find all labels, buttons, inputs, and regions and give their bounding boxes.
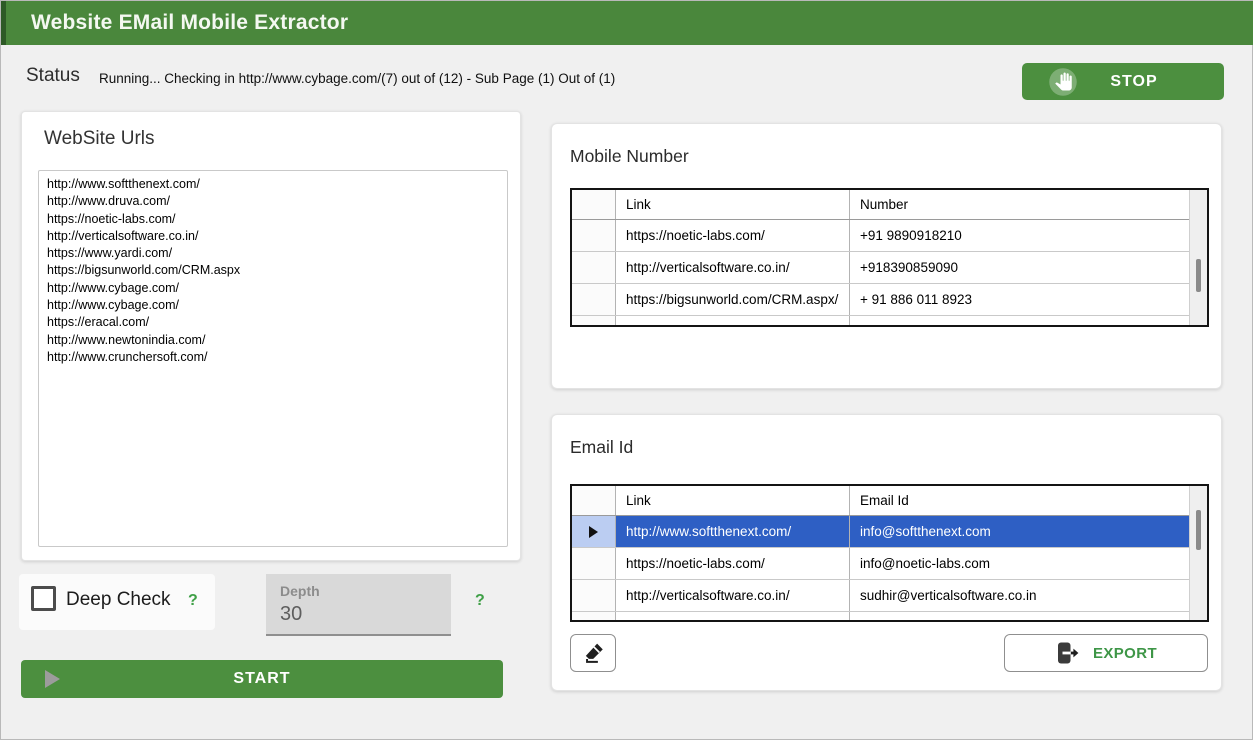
email-cell: info@noetic-labs.com xyxy=(850,548,1189,579)
depth-field[interactable]: Depth 30 xyxy=(266,574,451,636)
link-cell: https://noetic-labs.com/ xyxy=(616,220,850,251)
table-row[interactable]: http://verticalsoftware.co.in/ +91839085… xyxy=(572,252,1189,284)
app-title: Website EMail Mobile Extractor xyxy=(31,1,348,45)
website-urls-input[interactable]: http://www.softthenext.com/ http://www.d… xyxy=(38,170,508,547)
table-row[interactable]: https://noetic-labs.com/ +91 9890918210 xyxy=(572,220,1189,252)
status-message: Running... Checking in http://www.cybage… xyxy=(99,71,615,86)
row-header-cell xyxy=(572,486,616,515)
email-id-title: Email Id xyxy=(570,437,633,458)
table-row[interactable]: https://noetic-labs.com/ info@noetic-lab… xyxy=(572,548,1189,580)
table-row-partial[interactable]: https://bigsunworld.com/CRM.aspx/ info@b… xyxy=(572,612,1189,622)
email-cell: sudhir@verticalsoftware.co.in xyxy=(850,580,1189,611)
vertical-scrollbar[interactable] xyxy=(1189,190,1207,325)
email-cell: info@softthenext.com xyxy=(850,516,1189,547)
selected-row-arrow-icon xyxy=(589,526,598,538)
column-header-number: Number xyxy=(850,190,1189,219)
stop-button[interactable]: STOP xyxy=(1022,63,1224,100)
email-cell: info@bigsunworld.com xyxy=(850,612,1189,622)
website-urls-panel: WebSite Urls http://www.softthenext.com/… xyxy=(21,111,521,561)
number-cell: +91 20 66044700 xyxy=(850,316,1189,327)
depth-field-value: 30 xyxy=(280,603,302,626)
table-row[interactable]: http://verticalsoftware.co.in/ sudhir@ve… xyxy=(572,580,1189,612)
link-cell: http://www.cybage.com/ xyxy=(616,316,850,327)
vertical-scrollbar[interactable] xyxy=(1189,486,1207,620)
table-row[interactable]: https://bigsunworld.com/CRM.aspx/ + 91 8… xyxy=(572,284,1189,316)
export-emails-button[interactable]: EXPORT xyxy=(1004,634,1208,672)
number-cell: + 91 886 011 8923 xyxy=(850,284,1189,315)
app-window: { "window": { "title": "Website EMail Mo… xyxy=(0,0,1253,740)
email-id-table: Link Email Id http://www.softthenext.com… xyxy=(570,484,1209,622)
row-header-cell xyxy=(572,516,616,547)
deep-check-help-icon[interactable]: ? xyxy=(188,592,198,610)
play-icon xyxy=(45,670,60,688)
link-cell: https://bigsunworld.com/CRM.aspx/ xyxy=(616,612,850,622)
column-header-link: Link xyxy=(616,486,850,515)
mobile-number-table: Link Number https://noetic-labs.com/ +91… xyxy=(570,188,1209,327)
email-table-header: Link Email Id xyxy=(572,486,1189,516)
start-button[interactable]: START xyxy=(21,660,503,698)
link-cell: http://www.softthenext.com/ xyxy=(616,516,850,547)
row-header-cell xyxy=(572,316,616,327)
depth-field-label: Depth xyxy=(280,583,320,599)
link-cell: https://bigsunworld.com/CRM.aspx/ xyxy=(616,284,850,315)
depth-help-icon[interactable]: ? xyxy=(475,592,485,610)
row-header-cell xyxy=(572,252,616,283)
link-cell: http://verticalsoftware.co.in/ xyxy=(616,580,850,611)
row-header-cell xyxy=(572,284,616,315)
link-cell: http://verticalsoftware.co.in/ xyxy=(616,252,850,283)
column-header-link: Link xyxy=(616,190,850,219)
row-header-cell xyxy=(572,220,616,251)
number-cell: +91 9890918210 xyxy=(850,220,1189,251)
start-button-label: START xyxy=(60,670,464,688)
column-header-email: Email Id xyxy=(850,486,1189,515)
deep-check-checkbox[interactable] xyxy=(31,586,56,611)
row-header-cell xyxy=(572,548,616,579)
email-id-panel: Email Id Link Email Id http://www.softth… xyxy=(551,414,1222,691)
mobile-table-header: Link Number xyxy=(572,190,1189,220)
row-header-cell xyxy=(572,190,616,219)
stop-button-label: STOP xyxy=(1078,73,1190,91)
row-header-cell xyxy=(572,580,616,611)
eraser-icon xyxy=(580,640,606,666)
link-cell: https://noetic-labs.com/ xyxy=(616,548,850,579)
number-cell: +918390859090 xyxy=(850,252,1189,283)
mobile-number-panel: Mobile Number Link Number https://noetic… xyxy=(551,123,1222,389)
export-icon xyxy=(1055,640,1081,666)
scrollbar-thumb[interactable] xyxy=(1196,510,1201,550)
title-bar: Website EMail Mobile Extractor xyxy=(1,1,1253,45)
stop-hand-icon xyxy=(1048,67,1078,97)
table-row-selected[interactable]: http://www.softthenext.com/ info@softthe… xyxy=(572,516,1189,548)
status-label: Status xyxy=(26,65,80,87)
export-emails-label: EXPORT xyxy=(1093,645,1157,662)
deep-check-label: Deep Check xyxy=(66,589,171,611)
scrollbar-thumb[interactable] xyxy=(1196,259,1201,292)
clear-email-button[interactable] xyxy=(570,634,616,672)
mobile-number-title: Mobile Number xyxy=(570,146,689,167)
row-header-cell xyxy=(572,612,616,622)
website-urls-title: WebSite Urls xyxy=(44,128,155,150)
table-row-partial[interactable]: http://www.cybage.com/ +91 20 66044700 xyxy=(572,316,1189,327)
